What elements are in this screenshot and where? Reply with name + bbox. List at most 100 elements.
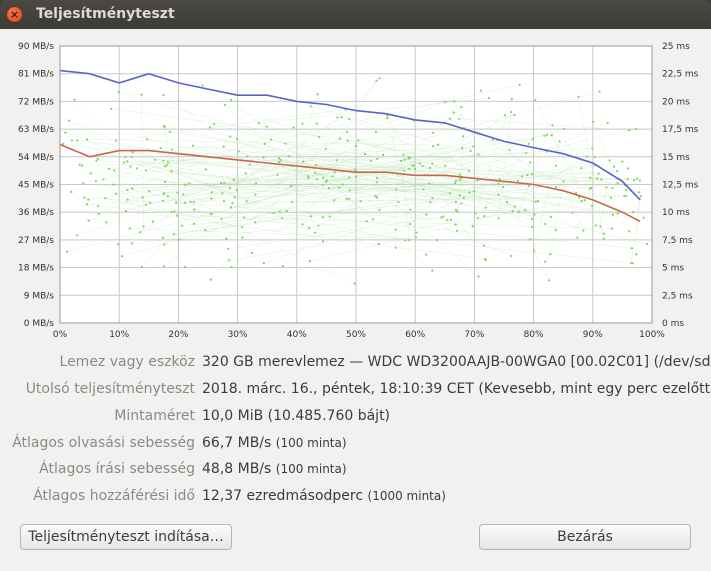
access-time-point xyxy=(627,167,630,170)
access-time-point xyxy=(462,135,465,138)
access-time-point xyxy=(378,77,381,80)
access-time-point xyxy=(498,178,501,181)
access-time-point xyxy=(580,200,583,203)
access-time-point xyxy=(265,125,268,128)
y-right-tick-label: 22,5 ms xyxy=(662,70,699,80)
access-time-point xyxy=(458,173,461,176)
access-time-point xyxy=(135,167,139,170)
access-time-point xyxy=(458,194,462,197)
access-time-point xyxy=(558,140,561,143)
access-time-point xyxy=(230,265,233,269)
access-time-point xyxy=(212,122,216,126)
access-time-point xyxy=(454,223,457,226)
access-time-point xyxy=(254,182,258,185)
access-time-point xyxy=(208,126,212,129)
access-time-point xyxy=(528,238,531,241)
access-time-point xyxy=(87,219,90,222)
access-time-point xyxy=(345,130,349,133)
access-time-point xyxy=(497,217,500,220)
access-time-point xyxy=(301,223,304,226)
access-time-point xyxy=(188,182,191,185)
access-time-point xyxy=(116,243,120,246)
access-time-point xyxy=(381,153,385,156)
access-time-point xyxy=(429,201,432,204)
access-time-point xyxy=(577,95,580,98)
access-time-point xyxy=(626,177,629,181)
benchmark-chart: 0 MB/s 9 MB/s 18 MB/s 27 MB/s 36 MB/s 45 MB/s… xyxy=(18,42,699,339)
access-time-point xyxy=(340,116,343,119)
access-time-point xyxy=(225,237,228,240)
access-time-point xyxy=(421,164,424,168)
access-time-point xyxy=(333,171,336,174)
access-time-point xyxy=(62,142,65,145)
access-time-point xyxy=(554,164,558,167)
access-time-point xyxy=(502,186,505,189)
access-time-point xyxy=(140,93,143,96)
access-time-point xyxy=(418,162,422,165)
info-value: 48,8 MB/s (100 minta) xyxy=(202,461,347,477)
start-benchmark-button[interactable]: Teljesítményteszt indítása… xyxy=(20,524,232,550)
access-time-point xyxy=(431,131,435,134)
access-time-point xyxy=(244,172,247,175)
access-time-point xyxy=(609,196,613,199)
access-time-point xyxy=(589,176,592,179)
window-title: Teljesítményteszt xyxy=(36,6,175,22)
access-time-point xyxy=(166,194,169,198)
access-time-point xyxy=(277,157,281,160)
access-time-point xyxy=(588,187,592,190)
access-time-point xyxy=(479,89,483,92)
access-time-point xyxy=(425,213,428,216)
access-time-point xyxy=(153,158,157,161)
access-time-point xyxy=(440,216,443,219)
access-time-point xyxy=(497,193,500,196)
access-time-point xyxy=(642,216,645,219)
access-time-point xyxy=(112,183,115,186)
access-time-point xyxy=(126,198,129,201)
access-time-point xyxy=(301,122,304,125)
access-time-point xyxy=(525,151,528,155)
access-time-point xyxy=(533,249,536,252)
access-time-point xyxy=(130,242,133,245)
access-time-point xyxy=(315,122,318,125)
info-value: 10,0 MiB (10.485.760 bájt) xyxy=(202,408,391,424)
access-time-point xyxy=(630,247,633,250)
access-time-point xyxy=(308,260,312,263)
access-time-point xyxy=(228,187,231,190)
close-icon[interactable]: × xyxy=(6,6,23,23)
access-time-point xyxy=(290,200,294,203)
access-time-point xyxy=(378,208,381,212)
access-time-point xyxy=(289,184,293,188)
access-time-point xyxy=(165,164,168,167)
x-tick-label: 70% xyxy=(464,330,484,339)
access-time-point xyxy=(414,167,417,170)
access-time-point xyxy=(89,172,92,175)
access-time-point xyxy=(353,282,356,285)
access-time-point xyxy=(437,143,440,147)
access-time-point xyxy=(227,259,231,262)
access-time-point xyxy=(192,200,195,204)
access-time-point xyxy=(483,257,486,261)
access-time-point xyxy=(237,150,240,153)
y-right-tick-label: 25 ms xyxy=(662,42,690,52)
access-time-point xyxy=(105,221,108,224)
access-time-point xyxy=(395,188,398,191)
access-time-point xyxy=(130,155,134,158)
access-time-point xyxy=(285,209,288,213)
access-time-point xyxy=(142,225,145,228)
access-time-point xyxy=(64,131,67,134)
access-time-point xyxy=(524,208,527,211)
access-time-point xyxy=(162,191,166,195)
access-time-point xyxy=(221,192,224,195)
access-time-point xyxy=(411,164,414,167)
access-time-point xyxy=(436,238,439,242)
info-row-read-rate: Átlagos olvasási sebesség 66,7 MB/s (100… xyxy=(0,435,711,455)
access-time-point xyxy=(448,117,451,120)
access-time-point xyxy=(375,181,378,184)
access-time-point xyxy=(315,178,318,181)
access-time-point xyxy=(408,156,411,159)
access-time-point xyxy=(140,265,144,269)
access-time-point xyxy=(482,244,486,247)
close-button[interactable]: Bezárás xyxy=(479,524,691,550)
access-time-point xyxy=(346,139,349,142)
access-time-point xyxy=(248,163,251,166)
